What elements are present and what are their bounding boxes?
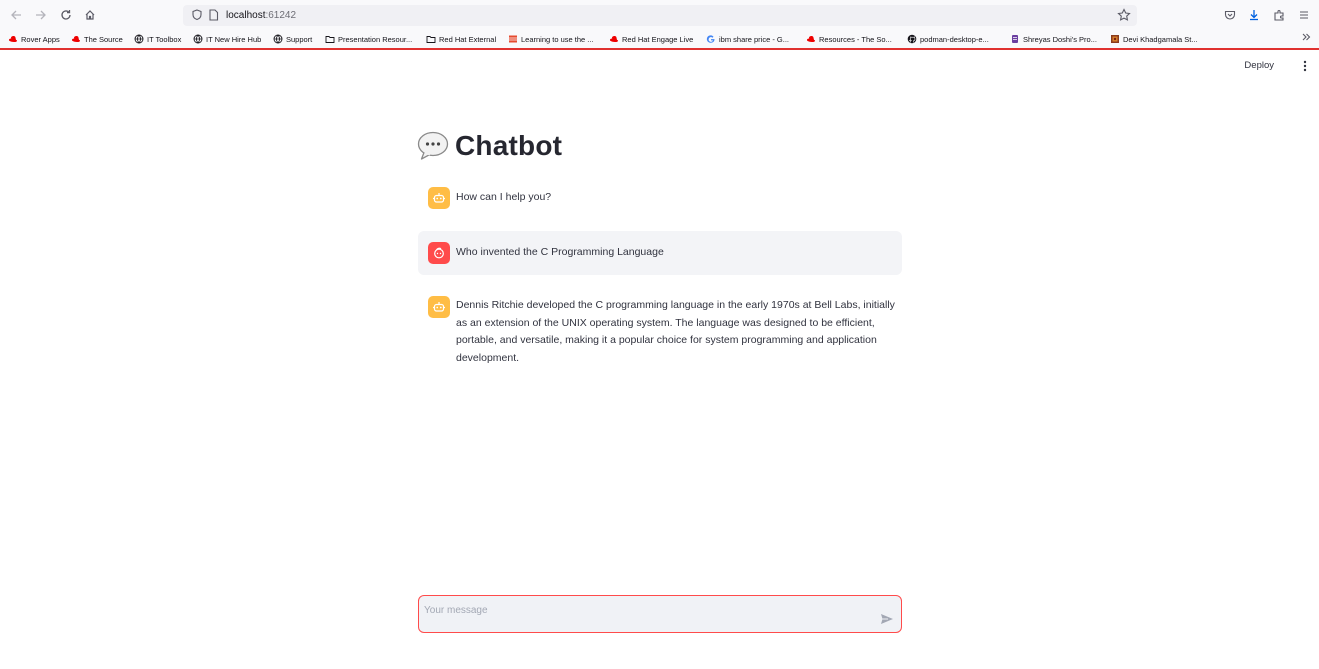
browser-toolbar: localhost:61242 bbox=[0, 0, 1319, 30]
robot-icon bbox=[433, 302, 445, 312]
download-icon[interactable] bbox=[1246, 7, 1262, 23]
extensions-icon[interactable] bbox=[1271, 7, 1287, 23]
bookmark-label: Resources - The So... bbox=[819, 34, 892, 44]
bookmark-label: Red Hat External bbox=[439, 34, 497, 44]
bookmark-label: Learning to use the ... bbox=[521, 34, 594, 44]
app-header: Deploy bbox=[0, 50, 1319, 84]
hamburger-menu-icon[interactable] bbox=[1296, 7, 1312, 23]
bookmark-item[interactable]: Shreyas Doshi's Pro... bbox=[1010, 33, 1097, 45]
globe-icon bbox=[193, 34, 203, 44]
page-title-text: Chatbot bbox=[455, 130, 563, 161]
bookmark-label: podman-desktop-e... bbox=[920, 34, 989, 44]
bookmark-item[interactable]: Support bbox=[273, 33, 312, 45]
bookmark-item[interactable]: Resources - The So... bbox=[806, 33, 892, 45]
message-text: Who invented the C Programming Language bbox=[456, 246, 664, 258]
bookmark-label: Red Hat Engage Live bbox=[622, 34, 694, 44]
bookmark-label: Support bbox=[286, 34, 313, 44]
chat-message-assistant: How can I help you? bbox=[418, 187, 902, 209]
forward-arrow-icon[interactable] bbox=[33, 7, 49, 23]
globe-icon bbox=[134, 34, 144, 44]
url-text[interactable]: localhost:61242 bbox=[226, 8, 296, 23]
star-icon[interactable] bbox=[1117, 8, 1131, 22]
assistant-avatar bbox=[428, 296, 450, 318]
bookmark-label: Rover Apps bbox=[21, 34, 60, 44]
google-icon bbox=[706, 35, 715, 43]
deploy-button[interactable]: Deploy bbox=[1244, 59, 1274, 73]
bookmark-item[interactable]: IT Toolbox bbox=[134, 33, 181, 45]
redhat-icon bbox=[72, 36, 80, 42]
bookmark-item[interactable]: The Source bbox=[71, 33, 123, 45]
chat-message-input[interactable] bbox=[424, 602, 864, 618]
shield-icon[interactable] bbox=[191, 9, 203, 21]
bookmark-label: IT Toolbox bbox=[147, 34, 182, 44]
redhat-icon bbox=[610, 36, 618, 42]
bookmark-label: Devi Khadgamala St... bbox=[1123, 34, 1198, 44]
bookmark-item[interactable]: podman-desktop-e... bbox=[907, 33, 989, 45]
chat-message-user: Who invented the C Programming Language bbox=[418, 231, 902, 275]
message-text: Dennis Ritchie developed the C programmi… bbox=[456, 299, 895, 364]
assistant-avatar bbox=[428, 187, 450, 209]
redhat-icon bbox=[9, 36, 17, 42]
bookmark-label: ibm share price - G... bbox=[719, 34, 790, 44]
url-bar[interactable]: localhost:61242 bbox=[183, 5, 1137, 26]
image-icon bbox=[1111, 35, 1119, 43]
bookmark-item[interactable]: Devi Khadgamala St... bbox=[1110, 33, 1198, 45]
back-arrow-icon[interactable] bbox=[8, 7, 24, 23]
pocket-icon[interactable] bbox=[1222, 7, 1238, 23]
bookmark-item[interactable]: Rover Apps bbox=[8, 33, 60, 45]
speech-bubble-icon bbox=[417, 131, 449, 160]
bookmark-label: IT New Hire Hub bbox=[206, 34, 262, 44]
url-port: :61242 bbox=[265, 10, 297, 21]
chat-message-assistant: Dennis Ritchie developed the C programmi… bbox=[418, 296, 902, 367]
user-avatar bbox=[428, 242, 450, 264]
chat-input-container bbox=[418, 595, 902, 633]
kebab-menu-icon[interactable] bbox=[1303, 59, 1307, 73]
bookmark-item[interactable]: Red Hat External bbox=[426, 33, 496, 45]
bookmark-item[interactable]: IT New Hire Hub bbox=[193, 33, 261, 45]
page-icon[interactable] bbox=[208, 9, 219, 21]
globe-icon bbox=[273, 34, 283, 44]
bookmark-item[interactable]: ibm share price - G... bbox=[706, 33, 789, 45]
bookmark-item[interactable]: Presentation Resour... bbox=[325, 33, 412, 45]
bookmark-item[interactable]: Learning to use the ... bbox=[508, 33, 594, 45]
robot-icon bbox=[433, 193, 445, 203]
bookmark-label: The Source bbox=[84, 34, 123, 44]
send-icon[interactable] bbox=[880, 613, 894, 625]
book-icon bbox=[509, 35, 517, 43]
bookmark-label: Presentation Resour... bbox=[338, 34, 413, 44]
home-icon[interactable] bbox=[82, 7, 98, 23]
message-text: How can I help you? bbox=[456, 191, 552, 203]
page-title: Chatbot bbox=[417, 129, 562, 163]
bookmarks-bar: Rover Apps The Source IT Toolbox IT New … bbox=[0, 30, 1319, 48]
chevron-double-right-icon[interactable] bbox=[1301, 32, 1311, 45]
redhat-icon bbox=[807, 36, 815, 42]
app-icon bbox=[1012, 35, 1018, 43]
browser-chrome: localhost:61242 Rover Apps The Source IT… bbox=[0, 0, 1319, 50]
bookmark-item[interactable]: Red Hat Engage Live bbox=[609, 33, 693, 45]
folder-icon bbox=[325, 36, 335, 43]
bookmark-label: Shreyas Doshi's Pro... bbox=[1023, 34, 1097, 44]
reload-icon[interactable] bbox=[58, 7, 74, 23]
url-host: localhost bbox=[226, 10, 266, 21]
folder-icon bbox=[426, 36, 436, 43]
user-face-icon bbox=[434, 247, 444, 259]
github-icon bbox=[907, 34, 917, 44]
